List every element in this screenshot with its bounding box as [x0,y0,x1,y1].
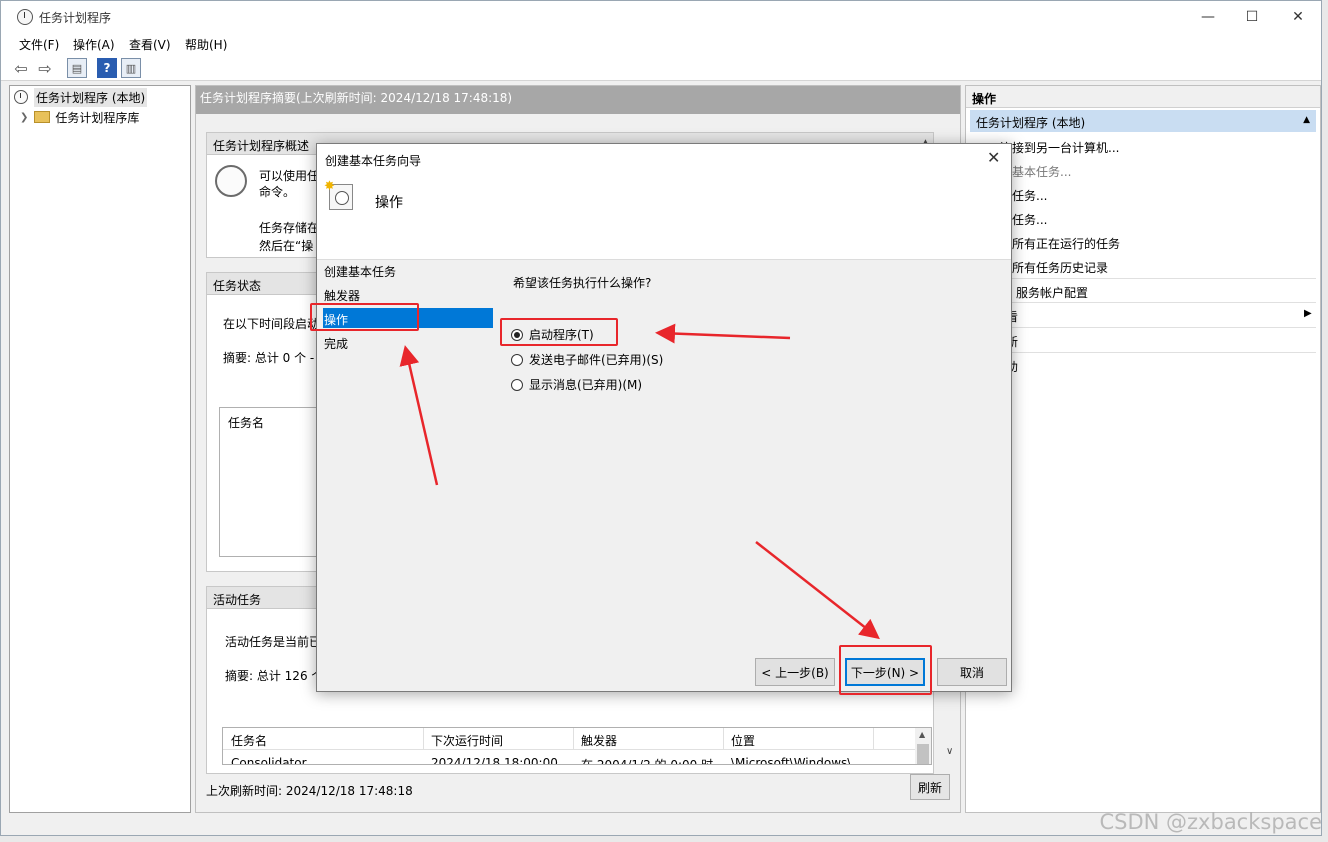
annotation-arrow-to-next [755,541,880,640]
watermark: CSDN @zxbackspace [1099,810,1322,834]
annotation-arrow-to-option [655,323,791,344]
annotation-arrows [399,323,880,640]
annotation-arrow-to-step [399,345,439,486]
